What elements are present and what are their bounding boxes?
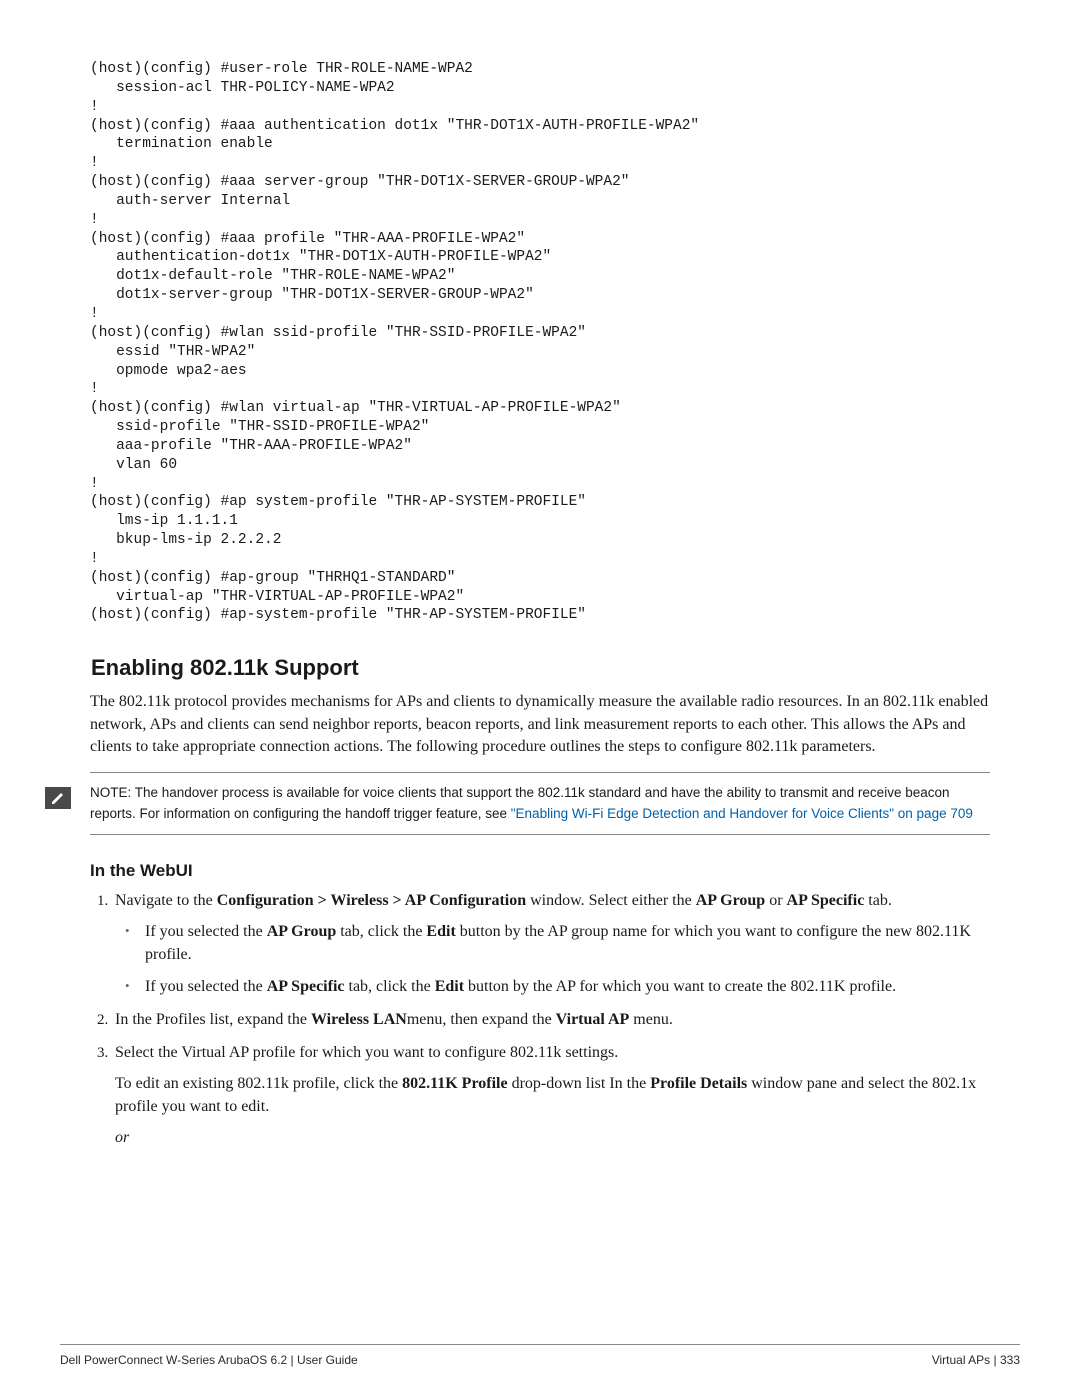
note-callout: NOTE: The handover process is available … xyxy=(90,772,990,835)
note-icon-container xyxy=(26,779,90,809)
breadcrumb-path: Configuration > Wireless > AP Configurat… xyxy=(217,892,526,909)
virtual-ap-menu: Virtual AP xyxy=(556,1011,630,1028)
document-page: (host)(config) #user-role THR-ROLE-NAME-… xyxy=(0,0,1080,1397)
step-1: Navigate to the Configuration > Wireless… xyxy=(112,889,990,998)
cli-config-code: (host)(config) #user-role THR-ROLE-NAME-… xyxy=(90,60,990,625)
note-cross-reference-link[interactable]: "Enabling Wi-Fi Edge Detection and Hando… xyxy=(511,806,973,821)
step-3: Select the Virtual AP profile for which … xyxy=(112,1041,990,1150)
ap-specific-label: AP Specific xyxy=(787,892,865,909)
80211k-profile-dropdown: 802.11K Profile xyxy=(402,1075,507,1092)
wireless-lan-menu: Wireless LAN xyxy=(311,1011,407,1028)
note-text: NOTE: The handover process is available … xyxy=(90,779,990,828)
profile-details-pane: Profile Details xyxy=(650,1075,747,1092)
webui-steps: Navigate to the Configuration > Wireless… xyxy=(90,889,990,1150)
section-heading-80211k: Enabling 802.11k Support xyxy=(90,655,990,681)
step-1-bullet-2: If you selected the AP Specific tab, cli… xyxy=(133,975,990,998)
footer-right: Virtual APs | 333 xyxy=(932,1353,1020,1367)
edit-button-label: Edit xyxy=(426,923,455,940)
note-pencil-icon xyxy=(45,787,71,809)
footer-left: Dell PowerConnect W-Series ArubaOS 6.2 |… xyxy=(60,1353,358,1367)
ap-group-label: AP Group xyxy=(696,892,766,909)
edit-button-label: Edit xyxy=(435,978,464,995)
subheading-webui: In the WebUI xyxy=(90,861,990,881)
step-3-or: or xyxy=(115,1126,990,1149)
page-footer: Dell PowerConnect W-Series ArubaOS 6.2 |… xyxy=(60,1344,1020,1367)
step-1-bullet-1: If you selected the AP Group tab, click … xyxy=(133,920,990,966)
intro-paragraph: The 802.11k protocol provides mechanisms… xyxy=(90,691,990,758)
step-1-bullets: If you selected the AP Group tab, click … xyxy=(115,920,990,998)
step-2: In the Profiles list, expand the Wireles… xyxy=(112,1008,990,1031)
